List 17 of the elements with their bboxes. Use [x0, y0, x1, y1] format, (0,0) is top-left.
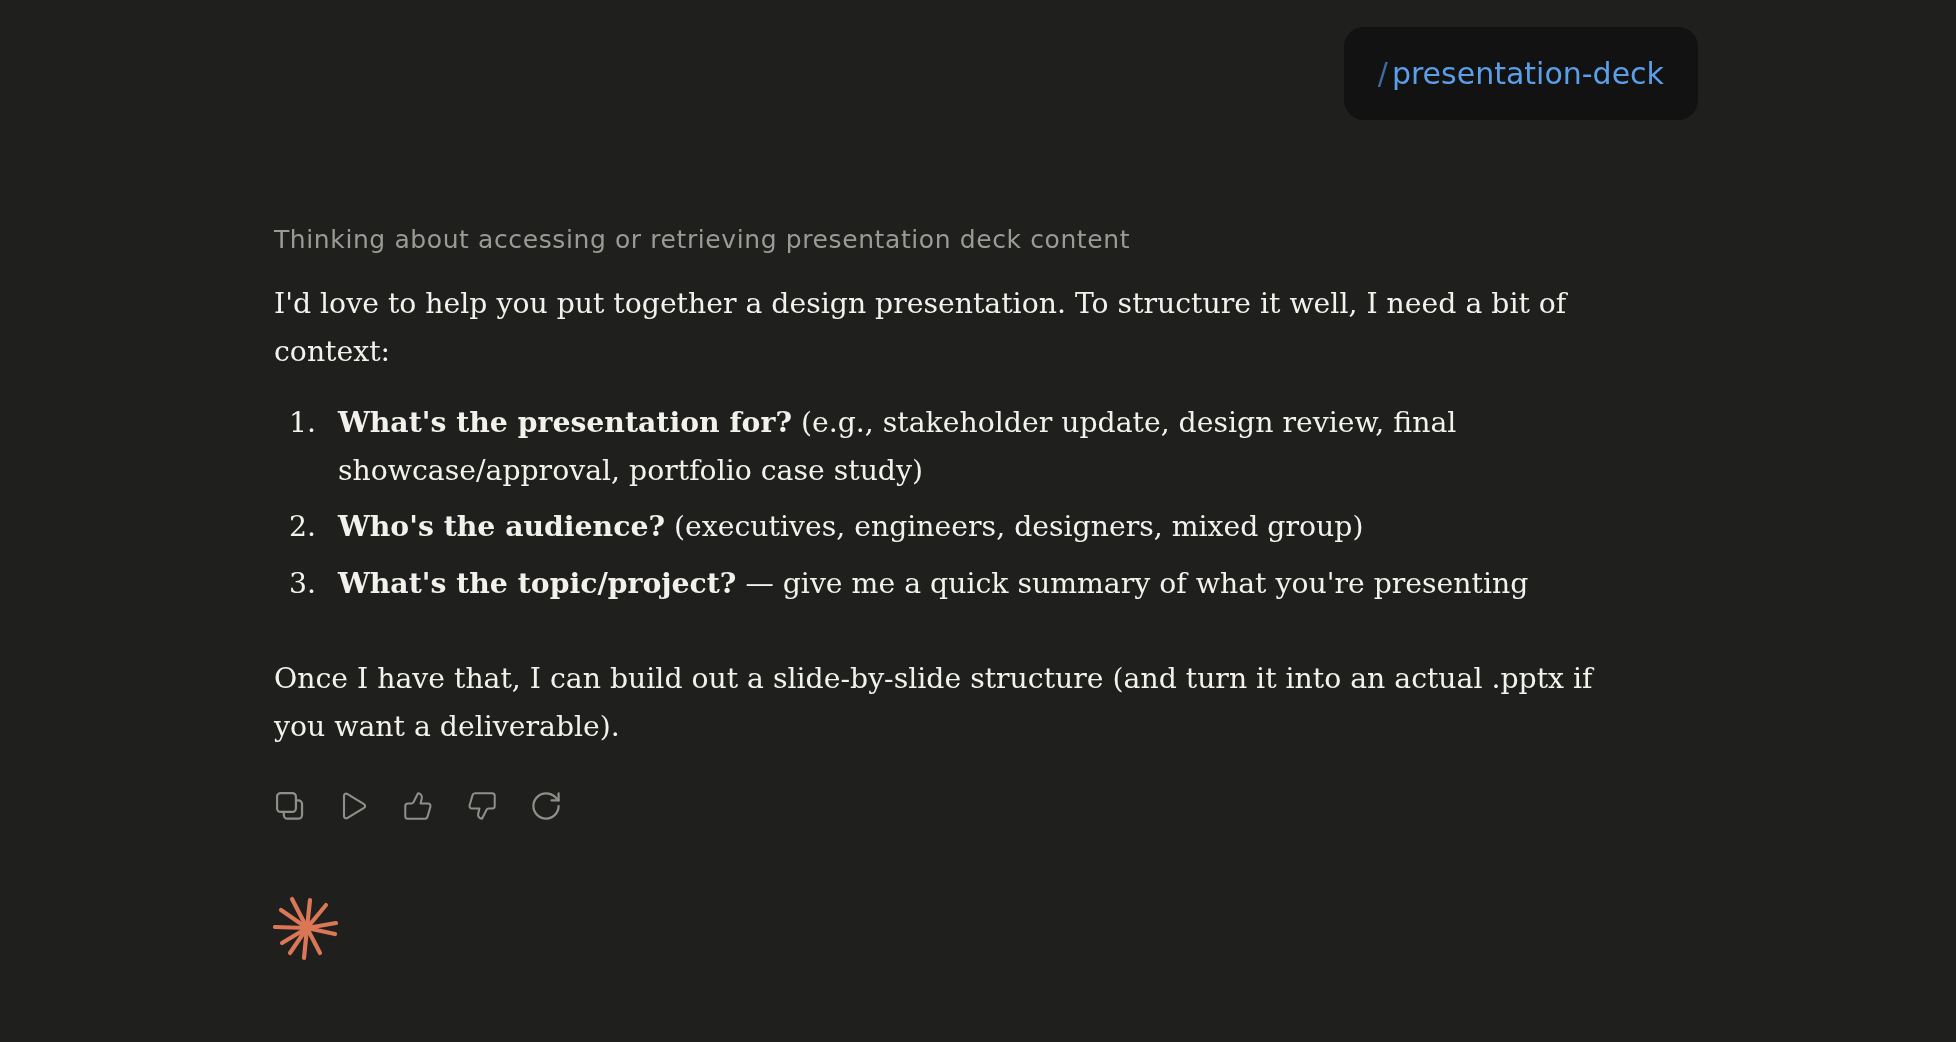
- starburst-icon: [273, 896, 339, 962]
- copy-icon[interactable]: [276, 792, 304, 820]
- play-icon[interactable]: [340, 792, 368, 820]
- list-item-text: What's the topic/project? — give me a quick summary of what you're presenting: [338, 564, 1530, 602]
- list-number: 2.: [289, 509, 316, 545]
- response-paragraph: I'd love to help you put together a design presentation. To structure it well, I need a bit of context:: [274, 286, 1569, 370]
- list-number: 3.: [289, 565, 316, 602]
- command-name: presentation-deck: [1391, 54, 1664, 93]
- thumbs-down-icon[interactable]: [468, 792, 496, 820]
- thumbs-up-icon[interactable]: [404, 792, 432, 820]
- refresh-icon[interactable]: [532, 792, 560, 820]
- list-number: 1.: [289, 405, 316, 441]
- response-paragraph: Once I have that, I can build out a slide-by-slide structure (and turn it into an actual .pptx if you want a deliverable).: [274, 661, 1596, 745]
- list-item-text: Who's the audience? (executives, engineers, designers, mixed group): [338, 508, 1365, 545]
- list-item-text: What's the presentation for? (e.g., stakeholder update, design review, final showcase/approval, portfolio case study): [338, 404, 1458, 489]
- command-slash: /: [1377, 54, 1388, 93]
- thinking-summary[interactable]: Thinking about accessing or retrieving presentation deck content: [274, 224, 1131, 256]
